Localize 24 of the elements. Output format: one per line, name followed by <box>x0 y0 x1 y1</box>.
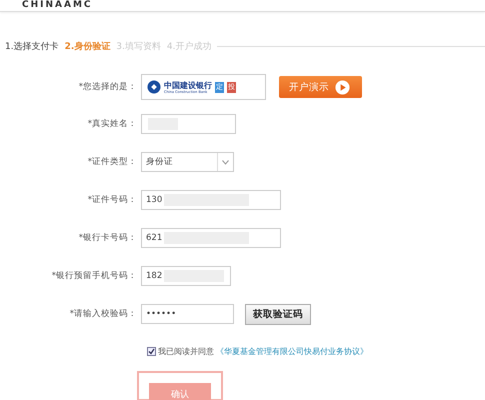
caret-icon <box>222 160 229 164</box>
play-icon <box>335 80 350 94</box>
get-code-button[interactable]: 获取验证码 <box>245 304 311 324</box>
field-label: *您选择的是： <box>78 81 138 93</box>
input-field[interactable]: 621 <box>141 228 281 248</box>
field-label: *证件类型： <box>86 156 138 168</box>
input-field[interactable]: 182 <box>141 266 231 286</box>
field-label: *证件号码： <box>86 194 138 206</box>
field-label: *银行预留手机号码： <box>50 270 138 282</box>
field-label: *真实姓名： <box>86 118 138 130</box>
input-field[interactable]: •••••• <box>141 304 234 324</box>
agree-checkbox[interactable] <box>147 346 156 356</box>
logo-text: CHINAAMC <box>22 0 93 11</box>
input-field[interactable]: 130 <box>141 190 281 210</box>
field-label: *请输入校验码： <box>68 308 138 320</box>
input-field[interactable] <box>141 114 236 134</box>
bank-name: 中国建设银行 <box>164 80 212 90</box>
step-label: 2.身份验证 <box>64 40 110 53</box>
agreement-link[interactable]: 《华夏基金管理有限公司快易付业务协议》 <box>216 346 368 356</box>
step-label: 1.选择支付卡 <box>5 40 59 53</box>
agreement-text: 我已阅读并同意 <box>158 346 214 356</box>
field-label: *银行卡号码： <box>78 232 138 244</box>
bank-logo-icon <box>147 80 161 94</box>
select-field[interactable]: 身份证 <box>141 152 234 172</box>
